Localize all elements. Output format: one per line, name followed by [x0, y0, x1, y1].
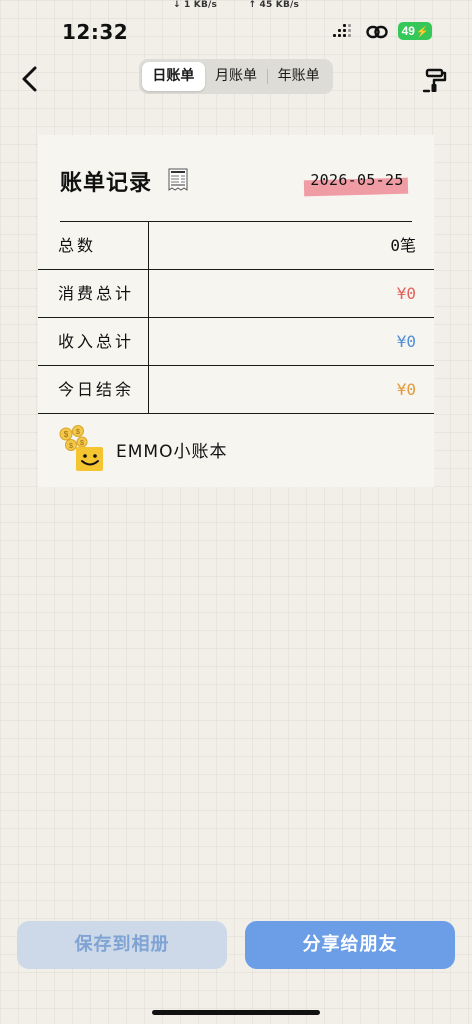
receipt-icon — [168, 168, 188, 191]
bill-period-tabs: 日账单 月账单 年账单 — [139, 59, 333, 94]
smiley-coins-logo: $ $ $ $ — [59, 425, 103, 471]
row-label: 今日结余 — [58, 380, 135, 399]
tab-daily-bill[interactable]: 日账单 — [142, 62, 205, 91]
battery-icon: 49⚡ — [398, 22, 432, 40]
paint-roller-icon[interactable] — [421, 66, 449, 96]
row-value: ¥0 — [396, 332, 416, 351]
date-label: 2026-05-25 — [303, 171, 410, 201]
row-label: 总数 — [58, 236, 97, 255]
svg-text:$: $ — [76, 429, 80, 436]
status-time: 12:32 — [62, 20, 129, 44]
card-title: 账单记录 — [60, 171, 153, 196]
share-to-friends-button[interactable]: 分享给朋友 — [245, 921, 455, 969]
row-daily-balance: 今日结余 ¥0 — [38, 366, 434, 414]
svg-text:$: $ — [69, 443, 73, 450]
svg-text:$: $ — [64, 430, 69, 439]
network-speed: ↓ 1 KB/s ↑ 45 KB/s — [0, 0, 472, 10]
download-speed: ↓ 1 KB/s — [172, 0, 218, 10]
home-indicator — [152, 1010, 320, 1015]
row-label: 收入总计 — [58, 332, 135, 351]
save-to-album-button[interactable]: 保存到相册 — [17, 921, 227, 969]
row-value: ¥0 — [396, 284, 416, 303]
brand-name: EMMO小账本 — [116, 441, 228, 462]
bill-date: 2026-05-25 — [310, 171, 404, 189]
signal-icon — [333, 24, 355, 40]
row-value: 0笔 — [390, 236, 416, 255]
svg-text:$: $ — [80, 440, 84, 447]
upload-speed: ↑ 45 KB/s — [248, 0, 300, 10]
tab-monthly-bill[interactable]: 月账单 — [205, 62, 268, 91]
vpn-link-icon — [366, 25, 388, 39]
row-total-count: 总数 0笔 — [38, 222, 434, 270]
tab-yearly-bill[interactable]: 年账单 — [267, 62, 330, 91]
battery-level: 49 — [401, 24, 415, 38]
row-income-total: 收入总计 ¥0 — [38, 318, 434, 366]
bill-record-card: 账单记录 2026-05-25 总数 0笔 消费总计 ¥0 收入总计 ¥0 今日… — [38, 135, 434, 487]
brand-footer: $ $ $ $ EMMO小账本 — [58, 425, 227, 473]
row-label: 消费总计 — [58, 284, 135, 303]
row-expense-total: 消费总计 ¥0 — [38, 270, 434, 318]
row-value: ¥0 — [396, 380, 416, 399]
back-chevron-icon[interactable] — [16, 62, 46, 96]
status-bar: ↓ 1 KB/s ↑ 45 KB/s 12:32 49⚡ — [0, 0, 472, 48]
